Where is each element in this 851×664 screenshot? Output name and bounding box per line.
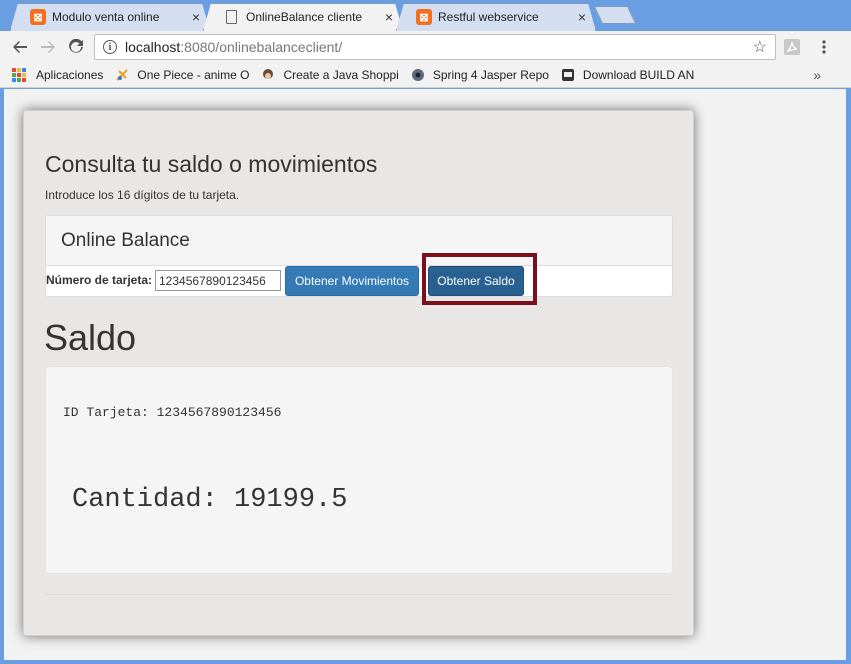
- balance-amount: Cantidad: 19199.5: [72, 485, 348, 515]
- bookmarks-overflow-chevron-icon[interactable]: »: [813, 67, 821, 83]
- card-number-label: Número de tarjeta:: [46, 273, 153, 287]
- main-card: Consulta tu saldo o movimientos Introduc…: [23, 110, 694, 636]
- address-bar[interactable]: i localhost:8080/onlinebalanceclient/ ☆: [94, 34, 776, 60]
- pdf-extension-icon[interactable]: [778, 31, 806, 62]
- tab-modulo-venta[interactable]: ⊠ Modulo venta online ×: [10, 3, 210, 31]
- apps-grid-icon: [12, 67, 26, 82]
- window-frame-bottom: [0, 660, 851, 664]
- bookmark-label: Aplicaciones: [36, 67, 104, 82]
- divider: [45, 594, 673, 595]
- bookmark-label: One Piece - anime O: [137, 67, 250, 82]
- close-icon[interactable]: ×: [385, 9, 393, 25]
- intro-text: Introduce los 16 dígitos de tu tarjeta.: [45, 188, 240, 202]
- bookmark-one-piece[interactable]: One Piece - anime O: [115, 68, 249, 82]
- card-id-text: ID Tarjeta: 1234567890123456: [63, 405, 282, 420]
- download-page-icon: [561, 68, 575, 82]
- card-number-input[interactable]: [155, 270, 281, 291]
- bookmark-label: Create a Java Shoppi: [283, 67, 399, 82]
- back-arrow-icon[interactable]: [6, 33, 34, 61]
- saldo-heading: Saldo: [44, 317, 137, 358]
- bookmark-spring-jasper[interactable]: Spring 4 Jasper Repo: [411, 68, 549, 82]
- tab-onlinebalance[interactable]: OnlineBalance cliente ×: [203, 3, 403, 31]
- forward-arrow-icon[interactable]: [34, 33, 62, 61]
- page-viewport: Consulta tu saldo o movimientos Introduc…: [4, 89, 846, 660]
- panel-title: Online Balance: [46, 216, 672, 266]
- result-well: ID Tarjeta: 1234567890123456 Cantidad: 1…: [45, 366, 673, 574]
- bookmark-label: Download BUILD AN: [582, 67, 695, 82]
- bookmark-download-build[interactable]: Download BUILD AN: [561, 68, 694, 82]
- star-icon[interactable]: ☆: [753, 37, 767, 57]
- page-title: Consulta tu saldo o movimientos: [45, 151, 378, 177]
- bookmark-label: Spring 4 Jasper Repo: [432, 67, 549, 82]
- bookmark-java-shopping[interactable]: Create a Java Shoppi: [261, 67, 399, 82]
- online-balance-panel: Online Balance Número de tarjeta: Obtene…: [45, 215, 673, 297]
- menu-dots-icon[interactable]: [810, 31, 838, 62]
- card-form: Número de tarjeta: Obtener Movimientos O…: [46, 266, 672, 297]
- obtener-movimientos-button[interactable]: Obtener Movimientos: [285, 266, 419, 296]
- close-icon[interactable]: ×: [192, 9, 200, 25]
- url-host: localhost: [125, 39, 181, 55]
- document-icon: [226, 10, 237, 24]
- bookmarks-bar: Aplicaciones One Piece - anime O Create …: [0, 62, 851, 88]
- highlight-box: [422, 253, 537, 305]
- info-icon[interactable]: i: [103, 40, 117, 54]
- window-frame-right: [846, 89, 851, 664]
- url-path: :8080/onlinebalanceclient/: [180, 39, 343, 55]
- tab-label: Modulo venta online: [52, 10, 160, 24]
- xampp-icon: ⊠: [30, 9, 46, 25]
- xampp-icon: ⊠: [416, 9, 432, 25]
- tab-label: Restful webservice: [438, 10, 539, 24]
- tab-label: OnlineBalance cliente: [246, 10, 363, 24]
- tab-restful[interactable]: ⊠ Restful webservice ×: [396, 3, 596, 31]
- new-tab-button[interactable]: [593, 6, 637, 24]
- bookmark-apps[interactable]: Aplicaciones: [12, 67, 104, 82]
- browser-toolbar: i localhost:8080/onlinebalanceclient/ ☆: [0, 31, 851, 62]
- close-icon[interactable]: ×: [578, 9, 586, 25]
- character-avatar-icon: [261, 68, 275, 82]
- reload-icon[interactable]: [62, 33, 90, 61]
- one-piece-icon: [115, 68, 129, 82]
- spring-icon: [411, 68, 425, 82]
- tab-strip: ⊠ Modulo venta online × OnlineBalance cl…: [0, 0, 851, 31]
